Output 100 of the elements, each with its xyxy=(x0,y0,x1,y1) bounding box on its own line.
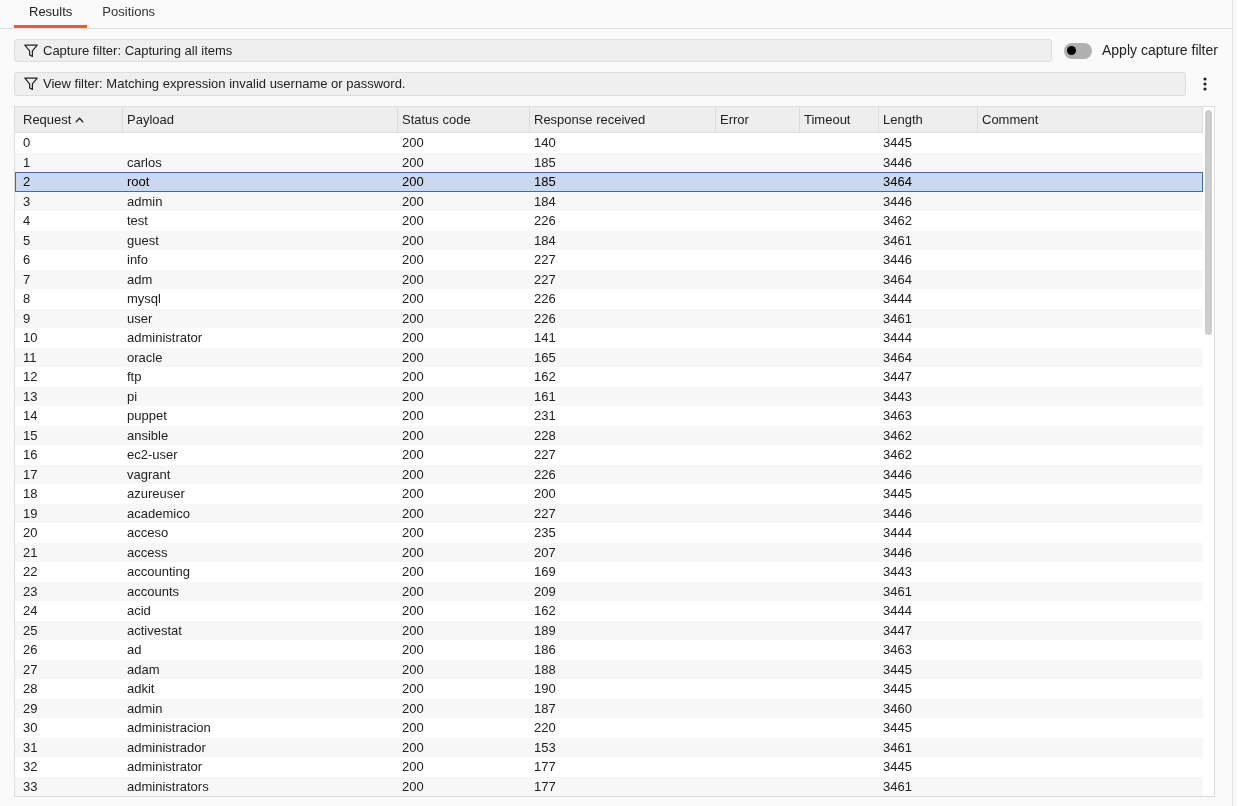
table-cell: 235 xyxy=(534,526,556,540)
table-row[interactable]: 17 vagrant 200 226 3446 xyxy=(15,464,1203,484)
table-row[interactable]: 13 pi 200 161 3443 xyxy=(15,386,1203,406)
table-cell: 200 xyxy=(402,389,424,403)
table-row[interactable]: 31 administrador 200 153 3461 xyxy=(15,737,1203,757)
table-cell: 3462 xyxy=(883,214,912,228)
table-cell: 200 xyxy=(402,740,424,754)
table-cell: 200 xyxy=(402,194,424,208)
tab[interactable]: Results xyxy=(14,0,88,28)
table-cell: 3463 xyxy=(883,643,912,657)
column-header[interactable]: Response received xyxy=(530,107,716,132)
table-cell: 200 xyxy=(402,370,424,384)
table-cell: 200 xyxy=(402,662,424,676)
table-cell: 23 xyxy=(23,584,38,598)
table-row[interactable]: 19 academico 200 227 3446 xyxy=(15,503,1203,523)
table-cell: accounting xyxy=(127,565,190,579)
table-cell: 184 xyxy=(534,233,556,247)
table-row[interactable]: 2 root 200 185 3464 xyxy=(15,172,1203,192)
table-cell: 226 xyxy=(534,292,556,306)
table-cell: mysql xyxy=(127,292,161,306)
table-row[interactable]: 7 adm 200 227 3464 xyxy=(15,269,1203,289)
table-row[interactable]: 3 admin 200 184 3446 xyxy=(15,191,1203,211)
table-row[interactable]: 9 user 200 226 3461 xyxy=(15,308,1203,328)
table-cell: 200 xyxy=(402,584,424,598)
table-cell: carlos xyxy=(127,155,162,169)
table-cell: 153 xyxy=(534,740,556,754)
table-cell: root xyxy=(127,175,150,189)
table-cell: 200 xyxy=(402,311,424,325)
table-cell: 161 xyxy=(534,389,556,403)
capture-filter-bar[interactable]: Capture filter: Capturing all items xyxy=(14,39,1052,62)
table-cell: 200 xyxy=(402,214,424,228)
table-cell: activestat xyxy=(127,623,182,637)
filter-icon xyxy=(24,77,38,91)
column-header[interactable]: Request xyxy=(15,107,123,132)
table-cell: 3443 xyxy=(883,565,912,579)
table-cell: adkit xyxy=(127,682,155,696)
table-cell: acceso xyxy=(127,526,169,540)
toggle-label: Apply capture filter xyxy=(1102,41,1218,60)
table-cell: 3445 xyxy=(883,760,912,774)
table-cell: 200 xyxy=(402,760,424,774)
table-row[interactable]: 15 ansible 200 228 3462 xyxy=(15,425,1203,445)
column-header[interactable]: Status code xyxy=(398,107,530,132)
table-row[interactable]: 11 oracle 200 165 3464 xyxy=(15,347,1203,367)
table-cell: 200 xyxy=(534,487,556,501)
table-cell: 11 xyxy=(23,350,37,364)
more-options-icon[interactable] xyxy=(1203,77,1207,91)
table-cell: ftp xyxy=(127,370,142,384)
table-cell: 200 xyxy=(402,565,424,579)
view-filter-bar[interactable]: View filter: Matching expression invalid username or password. xyxy=(14,72,1186,96)
table-cell: vagrant xyxy=(127,467,171,481)
table-cell: 200 xyxy=(402,721,424,735)
table-cell: 3445 xyxy=(883,136,912,150)
table-cell: puppet xyxy=(127,409,167,423)
column-header[interactable]: Timeout xyxy=(800,107,879,132)
table-row[interactable]: 23 accounts 200 209 3461 xyxy=(15,581,1203,601)
table-cell: 184 xyxy=(534,194,556,208)
tab[interactable]: Positions xyxy=(87,0,171,28)
table-cell: 3461 xyxy=(883,311,912,325)
table-cell: 17 xyxy=(23,467,38,481)
table-cell: administracion xyxy=(127,721,211,735)
column-header[interactable]: Length xyxy=(879,107,978,132)
table-row[interactable]: 29 admin 200 187 3460 xyxy=(15,698,1203,718)
table-cell: 3463 xyxy=(883,409,912,423)
table-cell: 200 xyxy=(402,506,424,520)
scrollbar-thumb[interactable] xyxy=(1205,110,1212,335)
table-cell: 9 xyxy=(23,311,31,325)
sort-ascending-icon xyxy=(75,116,85,123)
table-cell: 24 xyxy=(23,604,38,618)
table-cell: 200 xyxy=(402,331,424,345)
table-cell: 228 xyxy=(534,428,556,442)
table-cell: ec2-user xyxy=(127,448,178,462)
table-cell: access xyxy=(127,545,168,559)
table-cell: 200 xyxy=(402,623,424,637)
table-cell: 6 xyxy=(23,253,31,267)
table-cell: 200 xyxy=(402,643,424,657)
table-cell: test xyxy=(127,214,148,228)
column-header[interactable]: Payload xyxy=(123,107,398,132)
table-row[interactable]: 21 access 200 207 3446 xyxy=(15,542,1203,562)
table-row[interactable]: 1 carlos 200 185 3446 xyxy=(15,152,1203,172)
table-cell: adm xyxy=(127,272,153,286)
table-cell: 227 xyxy=(534,272,556,286)
table-cell: 20 xyxy=(23,526,38,540)
column-header[interactable]: Error xyxy=(716,107,800,132)
table-cell: azureuser xyxy=(127,487,185,501)
table-row[interactable]: 33 administrators 200 177 3461 xyxy=(15,776,1203,796)
table-cell: 186 xyxy=(534,643,556,657)
table-cell: 18 xyxy=(23,487,38,501)
table-row[interactable]: 25 activestat 200 189 3447 xyxy=(15,620,1203,640)
table-cell: admin xyxy=(127,194,163,208)
table-row[interactable]: 27 adam 200 188 3445 xyxy=(15,659,1203,679)
table-cell: 165 xyxy=(534,350,556,364)
table-cell: 3446 xyxy=(883,545,912,559)
table-row[interactable]: 5 guest 200 184 3461 xyxy=(15,230,1203,250)
table-cell: 200 xyxy=(402,292,424,306)
table-cell: administrator xyxy=(127,331,203,345)
table-cell: 22 xyxy=(23,565,38,579)
toggle-switch[interactable] xyxy=(1064,42,1092,59)
table-cell: 162 xyxy=(534,370,556,384)
table-cell: 200 xyxy=(402,136,424,150)
table-cell: 3444 xyxy=(883,292,912,306)
